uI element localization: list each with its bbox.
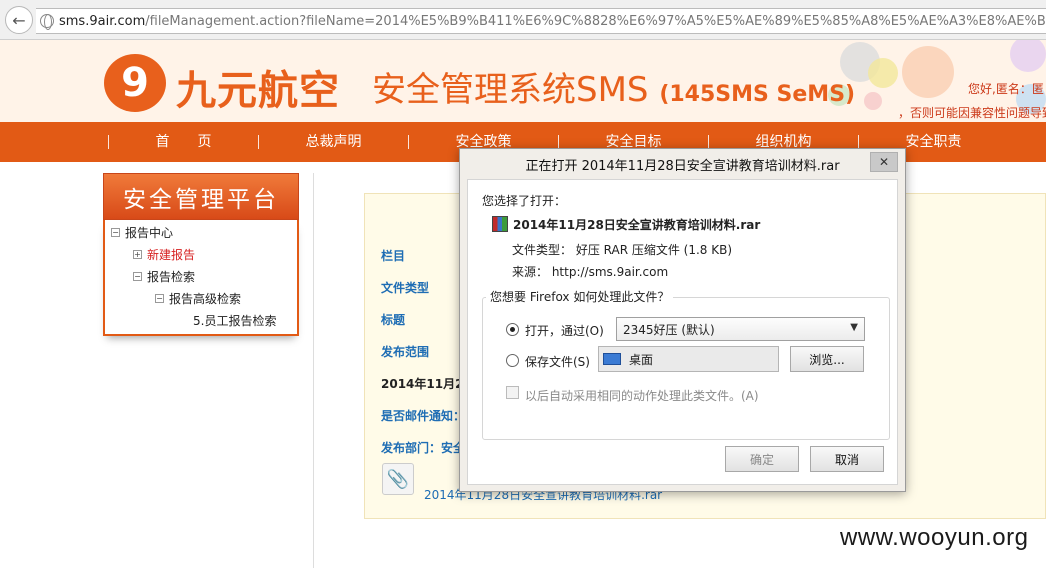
tree-item-report-center[interactable]: − 报告中心 — [111, 224, 173, 241]
expand-icon: + — [133, 250, 142, 259]
browse-button[interactable]: 浏览... — [790, 346, 864, 372]
save-file-label[interactable]: 保存文件(S) — [525, 353, 590, 370]
logo-icon: 9 — [104, 54, 166, 112]
tree-item-advanced-search[interactable]: − 报告高级检索 — [155, 290, 241, 307]
paperclip-icon: 📎 — [382, 463, 414, 495]
dialog-body: 您选择了打开： 2014年11月28日安全宣讲教育培训材料.rar 文件类型： … — [467, 179, 898, 485]
nav-home[interactable]: 首 页 — [108, 135, 258, 149]
back-button[interactable]: ← — [5, 6, 33, 34]
label-email-notice: 是否邮件通知： — [381, 409, 466, 423]
globe-icon — [40, 14, 54, 30]
dialog-title: 正在打开 2014年11月28日安全宣讲教育培训材料.rar — [525, 158, 840, 174]
rar-archive-icon — [492, 216, 508, 232]
label-column: 栏目 — [381, 249, 406, 263]
cancel-button[interactable]: 取消 — [810, 446, 884, 472]
collapse-icon: − — [111, 228, 120, 237]
action-question: 您想要 Firefox 如何处理此文件？ — [486, 288, 674, 305]
save-file-radio[interactable] — [506, 354, 519, 367]
desktop-icon — [603, 353, 621, 365]
close-button[interactable]: ✕ — [870, 152, 898, 172]
url-host: sms.9air.com — [59, 13, 146, 29]
open-with-select[interactable]: 2345好压 (默认) ▼ — [616, 317, 865, 341]
url-path: /fileManagement.action?fileName=2014%E5%… — [145, 13, 1046, 29]
dialog-source: 来源： http://sms.9air.com — [512, 265, 669, 279]
sidebar-title: 安全管理平台 — [103, 173, 299, 220]
label-department: 发布部门：安全 — [381, 441, 466, 455]
save-location-field: 桌面 — [598, 346, 779, 372]
tree-item-employee-search[interactable]: 5.员工报告检索 — [193, 312, 276, 329]
watermark: www.wooyun.org — [840, 524, 1029, 551]
label-file-type: 文件类型 — [381, 281, 430, 295]
nav-safety-policy[interactable]: 安全政策 — [408, 135, 558, 149]
screen: ← sms.9air.com/fileManagement.action?fil… — [0, 0, 1046, 568]
compat-notice: ，否则可能因兼容性问题导致 — [898, 106, 1046, 120]
chevron-down-icon: ▼ — [850, 322, 858, 333]
nav-safety-duties[interactable]: 安全职责 — [858, 135, 1008, 149]
open-with-radio[interactable] — [506, 323, 519, 336]
report-tree: − 报告中心 + 新建报告 − 报告检索 − 报告高级检索 5.员工报告检索 — [103, 220, 299, 336]
address-bar: ← sms.9air.com/fileManagement.action?fil… — [0, 0, 1046, 40]
url-field[interactable]: sms.9air.com/fileManagement.action?fileN… — [36, 8, 1046, 34]
nav-ceo-statement[interactable]: 总裁声明 — [258, 135, 408, 149]
tree-item-new-report[interactable]: + 新建报告 — [133, 246, 195, 263]
collapse-icon: − — [155, 294, 164, 303]
dialog-filename: 2014年11月28日安全宣讲教育培训材料.rar — [513, 218, 761, 232]
dialog-file-type: 文件类型： 好压 RAR 压缩文件 (1.8 KB) — [512, 243, 733, 257]
label-title: 标题 — [381, 313, 406, 327]
chosen-label: 您选择了打开： — [482, 194, 567, 208]
nav-organization[interactable]: 组织机构 — [708, 135, 858, 149]
collapse-icon: − — [133, 272, 142, 281]
brand-name: 九元航空 — [176, 67, 340, 114]
auto-action-checkbox[interactable] — [506, 386, 519, 399]
nav-safety-goals[interactable]: 安全目标 — [558, 135, 708, 149]
system-title: 安全管理系统SMS (145SMS SeMS) — [372, 70, 856, 110]
open-with-label[interactable]: 打开，通过(O) — [525, 322, 604, 339]
tree-item-report-search[interactable]: − 报告检索 — [133, 268, 195, 285]
site-header: 9 九元航空 安全管理系统SMS (145SMS SeMS) 您好,匿名：匿 ，… — [0, 40, 1046, 122]
ok-button[interactable]: 确定 — [725, 446, 799, 472]
open-app-value: 2345好压 (默认) — [623, 322, 715, 337]
user-greeting: 您好,匿名：匿 — [968, 82, 1044, 96]
auto-action-label: 以后自动采用相同的动作处理此类文件。(A) — [525, 389, 759, 403]
download-dialog: 正在打开 2014年11月28日安全宣讲教育培训材料.rar ✕ 您选择了打开：… — [459, 148, 906, 492]
arrow-left-icon: ← — [12, 10, 26, 30]
label-scope: 发布范围 — [381, 345, 430, 359]
